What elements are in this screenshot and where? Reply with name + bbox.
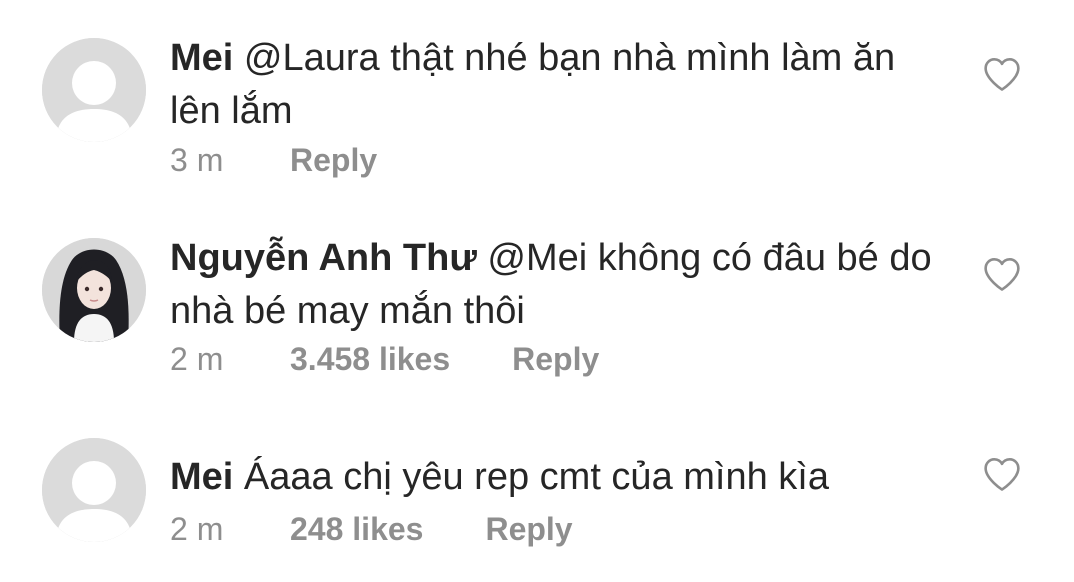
comment-likes[interactable]: 248 likes (290, 509, 423, 549)
reply-button[interactable]: Reply (512, 339, 599, 379)
comment-text: Áaaa chị yêu rep cmt của mình kìa (243, 456, 829, 498)
comment-meta: 3 m Reply (170, 140, 377, 180)
comment-username[interactable]: Mei (170, 456, 233, 498)
comment-body: Nguyễn Anh Thư @Mei không có đâu bé do n… (170, 232, 950, 338)
comment-time: 3 m (170, 142, 224, 178)
comment-text: @Laura thật nhé bạn nhà mình làm ăn lên … (170, 37, 896, 132)
comment-username[interactable]: Nguyễn Anh Thư (170, 237, 477, 279)
avatar[interactable] (42, 38, 146, 142)
avatar[interactable] (42, 438, 146, 542)
comment-likes[interactable]: 3.458 likes (290, 339, 450, 379)
default-avatar-icon (42, 438, 146, 542)
comment-username[interactable]: Mei (170, 37, 233, 79)
comment-meta: 2 m 3.458 likes Reply (170, 339, 599, 379)
comment-body: Mei @Laura thật nhé bạn nhà mình làm ăn … (170, 32, 950, 138)
comment-meta: 2 m 248 likes Reply (170, 509, 573, 549)
reply-button[interactable]: Reply (290, 140, 377, 180)
heart-outline-icon[interactable] (982, 256, 1022, 292)
profile-photo-icon (42, 238, 146, 342)
heart-outline-icon[interactable] (982, 56, 1022, 92)
avatar[interactable] (42, 238, 146, 342)
comment-body: Mei Áaaa chị yêu rep cmt của mình kìa (170, 451, 950, 504)
comment-time: 2 m (170, 511, 224, 547)
heart-outline-icon[interactable] (982, 456, 1022, 492)
default-avatar-icon (42, 38, 146, 142)
reply-button[interactable]: Reply (485, 509, 572, 549)
comment-time: 2 m (170, 341, 224, 377)
